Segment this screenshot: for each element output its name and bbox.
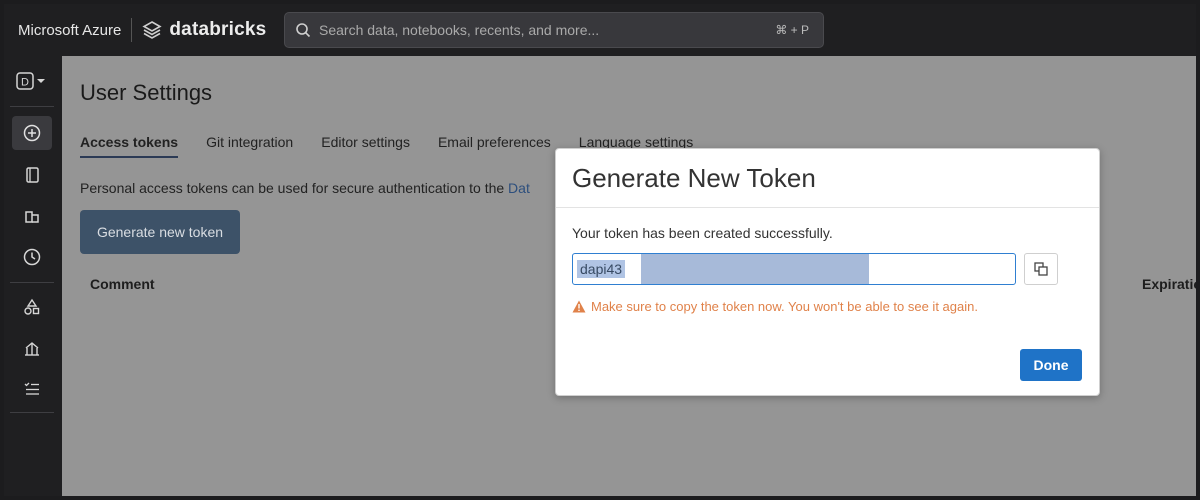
microsoft-azure-brand: Microsoft Azure (18, 21, 122, 39)
copy-icon (1034, 262, 1048, 276)
warning-icon (572, 300, 586, 313)
sidebar-item-workspace[interactable] (12, 200, 52, 234)
sidebar-divider (10, 282, 54, 283)
databricks-logo[interactable]: databricks (142, 19, 266, 41)
top-bar: Microsoft Azure databricks Search data, … (4, 4, 1196, 56)
search-placeholder: Search data, notebooks, recents, and mor… (319, 22, 600, 38)
token-redaction (641, 254, 869, 284)
success-message: Your token has been created successfully… (572, 225, 833, 241)
shapes-icon (24, 298, 40, 315)
sidebar-item-jobs[interactable] (12, 372, 52, 406)
sidebar-item-workflows[interactable] (12, 332, 52, 366)
tab-editor-settings[interactable]: Editor settings (321, 134, 410, 158)
sidebar-item-recents[interactable] (12, 240, 52, 274)
databricks-brand-text: databricks (169, 19, 267, 40)
plus-circle-icon (23, 124, 41, 142)
workspace-icon (25, 211, 39, 223)
sidebar-item-new[interactable] (12, 116, 52, 150)
dialog-title: Generate New Token (572, 163, 816, 193)
app-window: Microsoft Azure databricks Search data, … (4, 4, 1196, 496)
token-value: dapi43 (577, 260, 626, 278)
search-shortcut: ⌘ + P (775, 23, 809, 37)
workspace-letter: D (21, 77, 29, 89)
search-input[interactable]: Search data, notebooks, recents, and mor… (284, 12, 824, 48)
sidebar-divider (10, 106, 54, 107)
tokens-description-link[interactable]: Dat (508, 180, 530, 196)
copy-warning: Make sure to copy the token now. You won… (572, 299, 978, 314)
sidebar-divider (10, 412, 54, 413)
workspace-switcher[interactable]: D (12, 64, 52, 98)
copy-warning-text: Make sure to copy the token now. You won… (591, 299, 978, 314)
clock-icon (23, 248, 41, 266)
token-field[interactable]: dapi43 (572, 253, 1016, 285)
search-icon (296, 23, 311, 38)
checklist-icon (24, 382, 39, 395)
sidebar: D (4, 56, 62, 496)
notebook-icon (26, 167, 39, 183)
dialog-divider (556, 207, 1099, 208)
copy-token-button[interactable] (1024, 253, 1058, 285)
page-title: User Settings (80, 80, 213, 105)
generate-token-dialog: Generate New Token Your token has been c… (555, 148, 1100, 396)
tab-git-integration[interactable]: Git integration (206, 134, 293, 158)
brand-divider (131, 18, 133, 42)
tokens-description: Personal access tokens can be used for s… (80, 180, 530, 196)
workspace-badge-icon: D (16, 72, 45, 90)
chevron-down-icon (37, 79, 45, 83)
databricks-logo-icon (142, 21, 163, 39)
generate-new-token-button[interactable]: Generate new token (80, 210, 240, 254)
tab-email-preferences[interactable]: Email preferences (438, 134, 551, 158)
column-header-comment[interactable]: Comment (90, 276, 155, 292)
column-header-expiration[interactable]: Expiratio (1142, 276, 1196, 292)
tokens-description-text: Personal access tokens can be used for s… (80, 180, 509, 196)
sitemap-icon (25, 342, 39, 356)
sidebar-item-catalog[interactable] (12, 290, 52, 324)
done-button[interactable]: Done (1020, 349, 1082, 381)
tab-access-tokens[interactable]: Access tokens (80, 134, 179, 158)
sidebar-item-notebook[interactable] (12, 158, 52, 192)
